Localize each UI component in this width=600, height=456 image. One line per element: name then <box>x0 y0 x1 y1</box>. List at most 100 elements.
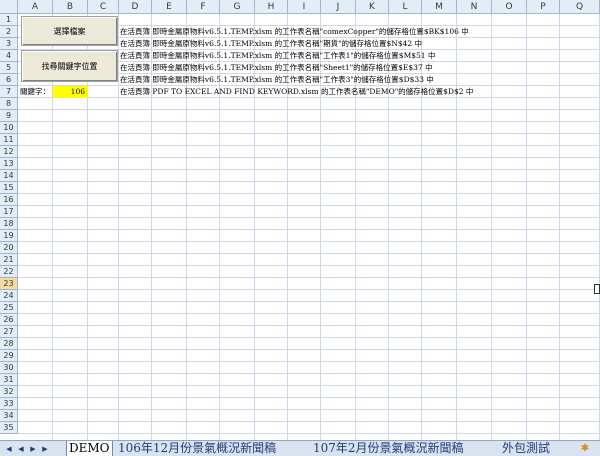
result-line: 在活頁簿 即時金屬原物料v6.5.1.TEMP.xlsm 的工作表名稱"come… <box>120 27 469 36</box>
row-header-7[interactable]: 7 <box>0 86 18 98</box>
row-gridline <box>18 265 600 266</box>
row-header-6[interactable]: 6 <box>0 74 18 86</box>
prev-sheet-icon[interactable]: ◀ <box>16 443 26 455</box>
column-header-m[interactable]: M <box>422 0 457 14</box>
row-header-9[interactable]: 9 <box>0 110 18 122</box>
column-header-o[interactable]: O <box>492 0 527 14</box>
column-gridline <box>559 14 560 440</box>
row-header-35[interactable]: 35 <box>0 422 18 434</box>
column-header-k[interactable]: K <box>356 0 389 14</box>
row-gridline <box>18 253 600 254</box>
row-header-30[interactable]: 30 <box>0 362 18 374</box>
column-header-j[interactable]: J <box>321 0 356 14</box>
row-gridline <box>18 337 600 338</box>
column-gridline <box>456 14 457 440</box>
column-header-g[interactable]: G <box>220 0 255 14</box>
row-gridline <box>18 433 600 434</box>
tab-outsource-test[interactable]: 外包測試 <box>500 441 552 456</box>
row-header-14[interactable]: 14 <box>0 170 18 182</box>
row-header-17[interactable]: 17 <box>0 206 18 218</box>
result-line: 在活頁簿 PDF TO EXCEL AND FIND KEYWORD.xlsm … <box>120 87 474 96</box>
row-header-19[interactable]: 19 <box>0 230 18 242</box>
row-header-26[interactable]: 26 <box>0 314 18 326</box>
row-header-31[interactable]: 31 <box>0 374 18 386</box>
first-sheet-icon[interactable]: ◀ <box>4 443 14 455</box>
column-header-c[interactable]: C <box>88 0 119 14</box>
sheet-tab-bar: ◀ ◀ ▶ ▶ DEMO 106年12月份景氣概況新聞稿 107年2月份景氣概況… <box>0 440 600 456</box>
row-gridline <box>18 373 600 374</box>
row-gridline <box>18 349 600 350</box>
row-gridline <box>18 121 600 122</box>
row-header-20[interactable]: 20 <box>0 242 18 254</box>
row-header-15[interactable]: 15 <box>0 182 18 194</box>
row-gridline <box>18 313 600 314</box>
row-gridline <box>18 421 600 422</box>
row-header-32[interactable]: 32 <box>0 386 18 398</box>
row-header-10[interactable]: 10 <box>0 122 18 134</box>
row-gridline <box>18 385 600 386</box>
row-header-3[interactable]: 3 <box>0 38 18 50</box>
row-header-18[interactable]: 18 <box>0 218 18 230</box>
row-gridline <box>18 205 600 206</box>
column-header-d[interactable]: D <box>119 0 152 14</box>
column-header-n[interactable]: N <box>457 0 492 14</box>
row-gridline <box>18 217 600 218</box>
row-header-23[interactable]: 23 <box>0 278 18 290</box>
spreadsheet-grid[interactable]: ABCDEFGHIJKLMNOPQ 1 2 3 4 5 6 7 8 9 10 11 12 13 14 15 1… <box>0 0 600 440</box>
row-header-33[interactable]: 33 <box>0 398 18 410</box>
row-header-34[interactable]: 34 <box>0 410 18 422</box>
row-header-28[interactable]: 28 <box>0 338 18 350</box>
select-all-corner[interactable] <box>0 0 18 14</box>
column-header-i[interactable]: I <box>288 0 321 14</box>
scroll-split-marker[interactable] <box>594 284 600 294</box>
row-gridline <box>18 409 600 410</box>
find-keyword-button[interactable]: 找尋關鍵字位置 <box>21 50 118 82</box>
column-header-h[interactable]: H <box>255 0 288 14</box>
row-header-5[interactable]: 5 <box>0 62 18 74</box>
result-line: 在活頁簿 即時金屬原物料v6.5.1.TEMP.xlsm 的工作表名稱"工作表1… <box>120 51 436 60</box>
column-header-f[interactable]: F <box>187 0 220 14</box>
row-gridline <box>18 145 600 146</box>
row-gridline <box>18 325 600 326</box>
row-gridline <box>18 397 600 398</box>
row-gridline <box>18 193 600 194</box>
row-header-25[interactable]: 25 <box>0 302 18 314</box>
row-gridline <box>18 289 600 290</box>
row-header-24[interactable]: 24 <box>0 290 18 302</box>
column-header-a[interactable]: A <box>18 0 53 14</box>
row-header-27[interactable]: 27 <box>0 326 18 338</box>
row-header-2[interactable]: 2 <box>0 26 18 38</box>
row-header-22[interactable]: 22 <box>0 266 18 278</box>
row-header-8[interactable]: 8 <box>0 98 18 110</box>
row-gridline <box>18 229 600 230</box>
row-header-11[interactable]: 11 <box>0 134 18 146</box>
row-header-16[interactable]: 16 <box>0 194 18 206</box>
row-header-21[interactable]: 21 <box>0 254 18 266</box>
select-file-button[interactable]: 選擇檔案 <box>21 16 118 46</box>
column-gridline <box>118 14 119 440</box>
tab-106-12[interactable]: 106年12月份景氣概況新聞稿 <box>116 441 278 456</box>
row-gridline <box>18 361 600 362</box>
row-header-29[interactable]: 29 <box>0 350 18 362</box>
next-sheet-icon[interactable]: ▶ <box>28 443 38 455</box>
result-line: 在活頁簿 即時金屬原物料v6.5.1.TEMP.xlsm 的工作表名稱"工作表3… <box>120 75 434 84</box>
column-header-b[interactable]: B <box>53 0 88 14</box>
keyword-input-cell[interactable]: 106 <box>53 86 88 98</box>
column-header-e[interactable]: E <box>152 0 187 14</box>
result-line: 在活頁簿 即時金屬原物料v6.5.1.TEMP.xlsm 的工作表名稱"Shee… <box>120 63 433 72</box>
row-gridline <box>18 169 600 170</box>
last-sheet-icon[interactable]: ▶ <box>40 443 50 455</box>
row-gridline <box>18 109 600 110</box>
tab-107-2[interactable]: 107年2月份景氣概況新聞稿 <box>311 441 466 456</box>
row-header-4[interactable]: 4 <box>0 50 18 62</box>
row-gridline <box>18 133 600 134</box>
row-header-1[interactable]: 1 <box>0 14 18 26</box>
column-header-p[interactable]: P <box>527 0 560 14</box>
column-header-q[interactable]: Q <box>560 0 600 14</box>
column-header-l[interactable]: L <box>389 0 422 14</box>
insert-sheet-icon[interactable]: ✱ <box>576 442 594 456</box>
row-header-13[interactable]: 13 <box>0 158 18 170</box>
column-gridline <box>491 14 492 440</box>
tab-demo[interactable]: DEMO <box>66 441 113 456</box>
row-header-12[interactable]: 12 <box>0 146 18 158</box>
